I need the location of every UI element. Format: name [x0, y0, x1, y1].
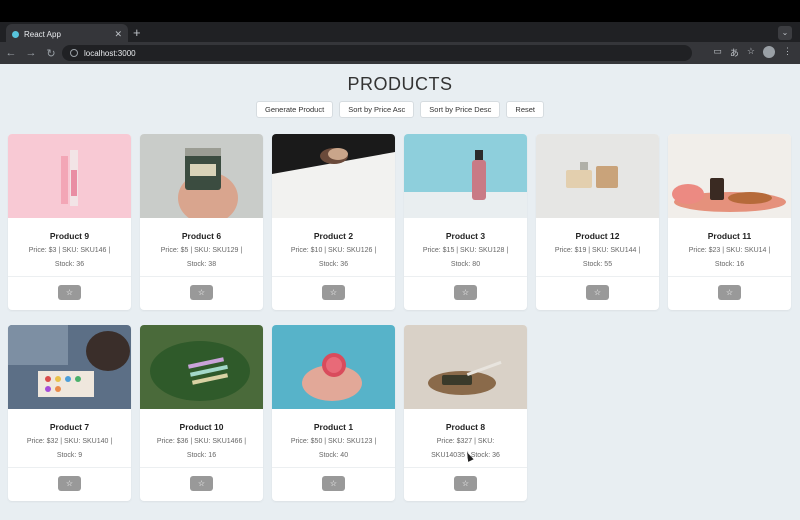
divider — [140, 467, 263, 468]
divider — [668, 276, 791, 277]
product-image — [668, 134, 791, 218]
product-name: Product 3 — [445, 231, 486, 241]
product-meta: Price: $5 | SKU: SKU129 | Stock: 38 — [160, 247, 243, 268]
forward-button[interactable]: → — [22, 47, 40, 59]
product-card: Product 10 Price: $36 | SKU: SKU1466 | S… — [140, 325, 263, 501]
tab-title: React App — [24, 29, 61, 39]
menu-icon[interactable]: ⋮ — [783, 46, 792, 59]
product-name: Product 7 — [49, 422, 90, 432]
product-card: Product 6 Price: $5 | SKU: SKU129 | Stoc… — [140, 134, 263, 310]
action-bar: Generate Product Sort by Price Asc Sort … — [0, 101, 800, 118]
divider — [272, 276, 395, 277]
product-name: Product 12 — [575, 231, 620, 241]
product-name: Product 8 — [445, 422, 486, 432]
product-image — [8, 325, 131, 409]
divider — [404, 467, 527, 468]
product-card: Product 7 Price: $32 | SKU: SKU140 | Sto… — [8, 325, 131, 501]
product-meta: Price: $327 | SKU: SKU14035 | Stock: 36 — [431, 438, 500, 459]
product-image — [404, 325, 527, 409]
divider — [140, 276, 263, 277]
product-meta: Price: $23 | SKU: SKU14 | Stock: 16 — [688, 247, 771, 268]
favorite-button[interactable]: ☆ — [322, 285, 345, 300]
product-meta: Price: $15 | SKU: SKU128 | Stock: 80 — [422, 247, 509, 268]
favorite-button[interactable]: ☆ — [190, 476, 213, 491]
divider — [272, 467, 395, 468]
divider — [8, 276, 131, 277]
new-tab-button[interactable]: + — [133, 24, 141, 42]
product-meta: Price: $32 | SKU: SKU140 | Stock: 9 — [26, 438, 113, 459]
product-name: Product 2 — [313, 231, 354, 241]
product-card: Product 8 Price: $327 | SKU: SKU14035 | … — [404, 325, 527, 501]
product-card: Product 3 Price: $15 | SKU: SKU128 | Sto… — [404, 134, 527, 310]
favorite-button[interactable]: ☆ — [586, 285, 609, 300]
tab-search-icon[interactable]: ⌄ — [778, 26, 792, 40]
product-name: Product 6 — [181, 231, 222, 241]
divider — [404, 276, 527, 277]
product-image — [140, 325, 263, 409]
product-image — [272, 134, 395, 218]
favorite-button[interactable]: ☆ — [190, 285, 213, 300]
address-bar[interactable]: localhost:3000 — [62, 45, 692, 61]
browser-tab[interactable]: React App ✕ — [6, 24, 128, 44]
profile-avatar[interactable] — [763, 46, 775, 58]
product-image — [8, 134, 131, 218]
divider — [536, 276, 659, 277]
react-favicon-icon — [12, 30, 19, 38]
reset-button[interactable]: Reset — [506, 101, 544, 118]
favorite-button[interactable]: ☆ — [58, 285, 81, 300]
star-icon[interactable]: ☆ — [747, 46, 755, 59]
site-info-icon[interactable] — [70, 49, 78, 57]
product-meta: Price: $3 | SKU: SKU146 | Stock: 36 — [28, 247, 111, 268]
favorite-button[interactable]: ☆ — [454, 285, 477, 300]
product-name: Product 10 — [179, 422, 224, 432]
product-name: Product 11 — [707, 231, 752, 241]
product-card: Product 9 Price: $3 | SKU: SKU146 | Stoc… — [8, 134, 131, 310]
page-content: PRODUCTS Generate Product Sort by Price … — [0, 64, 800, 520]
page-title: PRODUCTS — [347, 74, 453, 94]
favorite-button[interactable]: ☆ — [718, 285, 741, 300]
product-meta: Price: $50 | SKU: SKU123 | Stock: 40 — [290, 438, 377, 459]
toolbar-icons: ▭ あ ☆ ⋮ — [713, 46, 792, 59]
product-image — [140, 134, 263, 218]
sort-price-desc-button[interactable]: Sort by Price Desc — [420, 101, 501, 118]
product-image — [272, 325, 395, 409]
divider — [8, 467, 131, 468]
sort-price-asc-button[interactable]: Sort by Price Asc — [339, 101, 415, 118]
product-meta: Price: $19 | SKU: SKU144 | Stock: 55 — [554, 247, 641, 268]
product-card: Product 11 Price: $23 | SKU: SKU14 | Sto… — [668, 134, 791, 310]
product-card: Product 1 Price: $50 | SKU: SKU123 | Sto… — [272, 325, 395, 501]
url-text: localhost:3000 — [84, 48, 136, 58]
product-card: Product 12 Price: $19 | SKU: SKU144 | St… — [536, 134, 659, 310]
close-tab-icon[interactable]: ✕ — [114, 29, 122, 39]
reload-button[interactable]: ↻ — [42, 47, 60, 60]
browser-toolbar: ← → ↻ localhost:3000 ▭ あ ☆ ⋮ — [0, 42, 800, 64]
product-meta: Price: $36 | SKU: SKU1466 | Stock: 16 — [156, 438, 247, 459]
product-card: Product 2 Price: $10 | SKU: SKU126 | Sto… — [272, 134, 395, 310]
favorite-button[interactable]: ☆ — [322, 476, 345, 491]
cast-icon[interactable]: ▭ — [713, 46, 722, 59]
product-name: Product 9 — [49, 231, 90, 241]
product-image — [536, 134, 659, 218]
product-meta: Price: $10 | SKU: SKU126 | Stock: 36 — [290, 247, 377, 268]
back-button[interactable]: ← — [2, 47, 20, 59]
translate-icon[interactable]: あ — [730, 46, 739, 59]
favorite-button[interactable]: ☆ — [58, 476, 81, 491]
product-image — [404, 134, 527, 218]
favorite-button[interactable]: ☆ — [454, 476, 477, 491]
product-name: Product 1 — [313, 422, 354, 432]
screen-top-edge — [0, 0, 800, 22]
generate-product-button[interactable]: Generate Product — [255, 101, 334, 118]
